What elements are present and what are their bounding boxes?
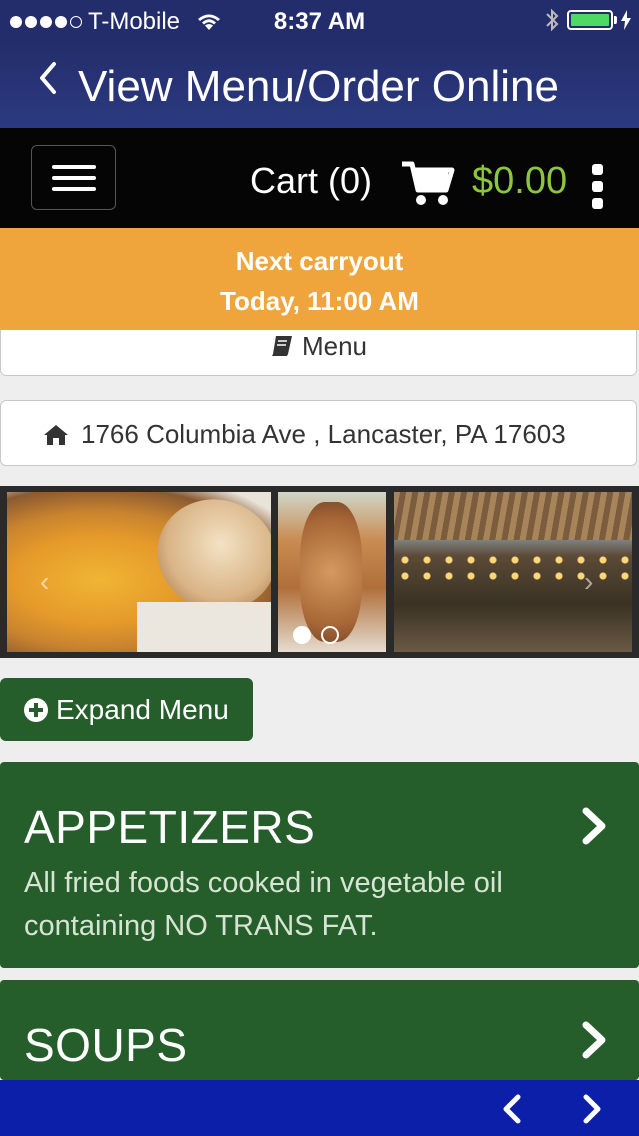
clock: 8:37 AM xyxy=(273,8,366,35)
expand-menu-button[interactable]: Expand Menu xyxy=(0,678,253,741)
carryout-time: Today, 11:00 AM xyxy=(220,286,419,316)
bluetooth-icon xyxy=(546,8,559,32)
expand-menu-label: Expand Menu xyxy=(56,693,229,725)
carousel-dot[interactable] xyxy=(293,626,311,644)
cart-icon[interactable] xyxy=(400,160,456,208)
category-description: All fried foods cooked in vegetable oil … xyxy=(24,867,503,942)
battery-icon xyxy=(567,10,617,30)
carryout-banner[interactable]: Next carryout Today, 11:00 AM xyxy=(0,228,639,330)
bottom-nav-bar xyxy=(0,1080,639,1136)
plus-circle-icon xyxy=(24,697,48,722)
carousel-indicators[interactable] xyxy=(293,626,339,644)
address-text: 1766 Columbia Ave , Lancaster, PA 17603 xyxy=(81,419,566,449)
status-bar: T-Mobile 8:37 AM xyxy=(0,0,639,42)
back-chevron-icon[interactable] xyxy=(36,60,58,96)
carousel-dot[interactable] xyxy=(321,626,339,644)
hamburger-menu-button[interactable] xyxy=(31,145,116,210)
forward-arrow-icon[interactable] xyxy=(580,1094,604,1124)
category-appetizers[interactable]: APPETIZERS All fried foods cooked in veg… xyxy=(0,762,639,968)
category-name: SOUPS xyxy=(24,1019,188,1071)
home-icon xyxy=(44,424,68,445)
charging-icon xyxy=(621,10,631,30)
cart-total[interactable]: $0.00 xyxy=(472,160,567,203)
more-options-icon[interactable] xyxy=(592,164,603,209)
book-icon xyxy=(271,336,292,356)
category-name: APPETIZERS xyxy=(24,801,316,853)
back-arrow-icon[interactable] xyxy=(500,1094,524,1124)
status-right xyxy=(545,8,631,32)
patio-photo xyxy=(394,492,632,652)
carousel-next-icon[interactable]: › xyxy=(584,566,593,598)
carousel-prev-icon[interactable]: ‹ xyxy=(40,566,49,598)
chevron-right-icon xyxy=(582,1021,606,1059)
menu-label: Menu xyxy=(301,331,368,361)
header: View Menu/Order Online xyxy=(0,42,639,128)
category-soups[interactable]: SOUPS xyxy=(0,980,639,1080)
page-title: View Menu/Order Online xyxy=(78,62,559,111)
carryout-label: Next carryout xyxy=(235,246,404,276)
navbar: Cart (0) $0.00 xyxy=(0,128,639,228)
address-bar[interactable]: 1766 Columbia Ave , Lancaster, PA 17603 xyxy=(0,400,637,466)
cart-label[interactable]: Cart (0) xyxy=(250,160,372,202)
chevron-right-icon xyxy=(582,807,606,845)
